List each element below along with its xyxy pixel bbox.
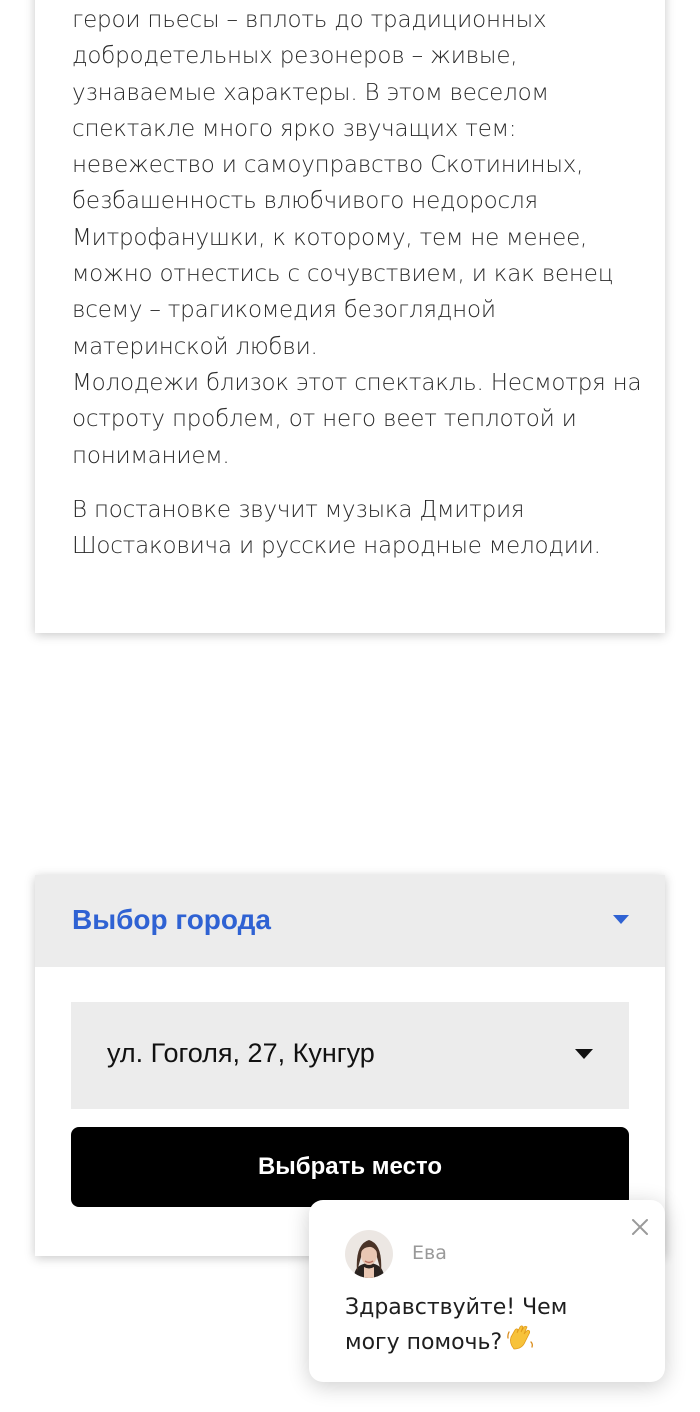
address-dropdown[interactable]: ул. Гоголя, 27, Кунгур — [71, 1002, 629, 1109]
desc-line: узнаваемые характеры. В этом веселом — [72, 79, 549, 106]
desc-line: остроту проблем, от него веет теплотой и — [72, 406, 577, 433]
waving-hand-icon — [506, 1323, 536, 1362]
desc-line: всему – трагикомедия безоглядной — [72, 297, 496, 324]
desc-line: безбашенность влюбчивого недоросля — [72, 188, 538, 215]
close-icon[interactable] — [629, 1216, 651, 1238]
music-line: В постановке звучит музыка Дмитрия — [72, 496, 525, 523]
city-selector-title: Выбор города — [72, 904, 271, 935]
chat-popup[interactable]: Ева Здравствуйте! Чем могу помочь? — [309, 1200, 665, 1382]
chat-greeting: Здравствуйте! Чем могу помочь? — [345, 1292, 645, 1362]
desc-line: пониманием. — [72, 442, 230, 469]
dropdown-arrow-icon — [575, 1049, 593, 1059]
chat-message-line: могу помочь? — [345, 1330, 503, 1355]
desc-line: спектакле много ярко звучащих тем: — [72, 115, 517, 142]
desc-line: Митрофанушки, к которому, тем не менее, — [72, 224, 588, 251]
music-line: Шостаковича и русские народные мелодии. — [72, 533, 601, 560]
desc-line: герои пьесы – вплоть до традиционных — [72, 7, 547, 33]
desc-line: можно отнестись с сочувствием, и как вен… — [72, 261, 614, 288]
desc-line: материнской любви. — [72, 333, 318, 360]
chat-message-line: Здравствуйте! Чем — [345, 1295, 568, 1320]
desc-line: Молодежи близок этот спектакль. Несмотря… — [72, 369, 642, 396]
desc-line: добродетельных резонеров – живые, — [72, 43, 518, 70]
desc-line: невежество и самоуправство Скотининых, — [72, 152, 584, 179]
caret-down-icon — [613, 915, 629, 924]
performance-description: герои пьесы – вплоть до традиционных доб… — [72, 2, 642, 564]
chat-message-line-2: могу помочь? — [345, 1323, 645, 1362]
agent-name: Ева — [412, 1242, 447, 1264]
city-accordion-header[interactable]: Выбор города — [35, 875, 665, 967]
choose-place-button[interactable]: Выбрать место — [71, 1127, 629, 1207]
address-selected-value: ул. Гоголя, 27, Кунгур — [107, 1038, 375, 1068]
agent-avatar — [345, 1230, 393, 1278]
city-selector-card: Выбор города ул. Гоголя, 27, Кунгур Выбр… — [35, 875, 665, 1256]
